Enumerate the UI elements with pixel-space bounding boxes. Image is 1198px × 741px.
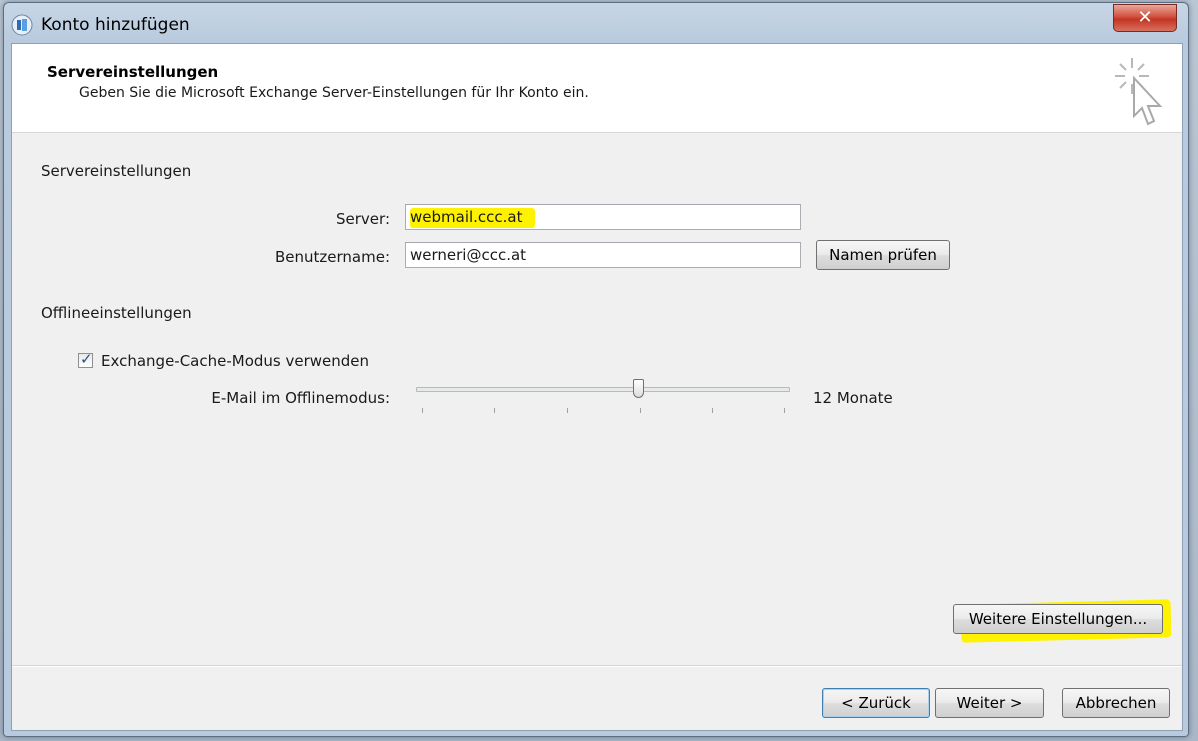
wizard-header: Servereinstellungen Geben Sie die Micros…: [12, 44, 1182, 133]
slider-tick: [712, 408, 713, 413]
wizard-cursor-icon: [1115, 58, 1163, 126]
username-label: Benutzername:: [274, 248, 390, 266]
close-button[interactable]: ✕: [1113, 4, 1177, 32]
more-settings-button[interactable]: Weitere Einstellungen...: [953, 604, 1163, 634]
server-label: Server:: [336, 210, 390, 228]
dialog-title: Konto hinzufügen: [41, 15, 190, 35]
next-button[interactable]: Weiter >: [935, 688, 1044, 718]
server-settings-heading: Servereinstellungen: [41, 162, 192, 180]
header-subtitle: Geben Sie die Microsoft Exchange Server-…: [79, 85, 589, 101]
slider-tick: [422, 408, 423, 413]
offline-mail-slider-track[interactable]: [416, 387, 790, 392]
check-names-button[interactable]: Namen prüfen: [816, 240, 950, 270]
slider-tick: [494, 408, 495, 413]
header-title: Servereinstellungen: [47, 63, 219, 81]
slider-tick: [784, 408, 785, 413]
cancel-button[interactable]: Abbrechen: [1062, 688, 1170, 718]
server-value: webmail.ccc.at: [410, 208, 535, 228]
username-value: werneri@ccc.at: [410, 246, 527, 264]
slider-tick: [567, 408, 568, 413]
cache-mode-checkbox[interactable]: ✓: [78, 350, 93, 368]
footer-separator: [12, 665, 1182, 667]
slider-tick: [640, 408, 641, 413]
offline-mail-label: E-Mail im Offlinemodus:: [211, 389, 390, 407]
offline-settings-heading: Offlineeinstellungen: [41, 304, 192, 322]
back-button[interactable]: < Zurück: [822, 688, 930, 718]
account-dialog: Konto hinzufügen ✕ Servereinstellungen G…: [3, 2, 1189, 737]
outlook-app-icon: [11, 14, 33, 36]
checkmark-icon: ✓: [80, 350, 93, 368]
server-input[interactable]: webmail.ccc.at: [405, 204, 801, 230]
close-icon: ✕: [1137, 7, 1153, 28]
title-bar: Konto hinzufügen ✕: [4, 3, 1188, 43]
offline-mail-slider-thumb[interactable]: [633, 379, 645, 398]
dialog-client-area: Servereinstellungen Geben Sie die Micros…: [11, 43, 1183, 731]
cache-mode-label[interactable]: Exchange-Cache-Modus verwenden: [101, 352, 369, 370]
username-input[interactable]: werneri@ccc.at: [405, 242, 801, 268]
offline-mail-value: 12 Monate: [813, 389, 893, 407]
